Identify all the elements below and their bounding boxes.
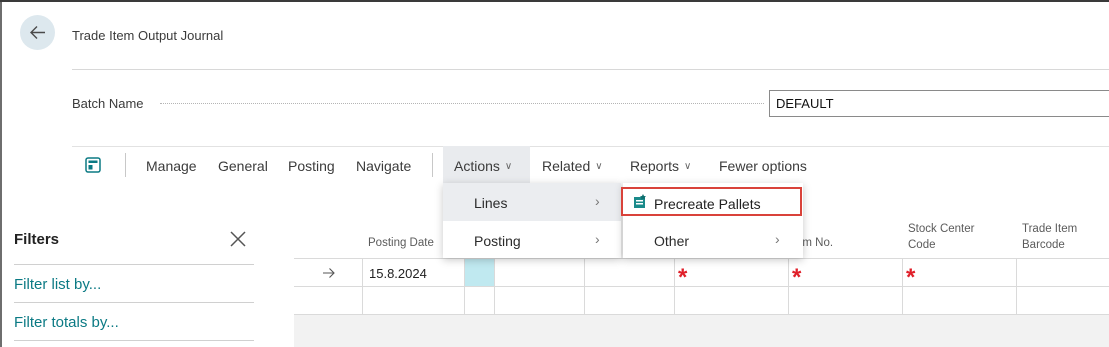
action-bar-divider <box>72 146 1109 147</box>
fewer-options-button[interactable]: Fewer options <box>719 159 807 173</box>
col-header-posting-date[interactable]: Posting Date <box>368 235 434 251</box>
col-header-line: Trade Item <box>1022 223 1078 235</box>
required-indicator: * <box>906 264 916 291</box>
chevron-down-icon: ∨ <box>504 161 513 172</box>
col-header-line: Barcode <box>1022 239 1065 251</box>
grid-row-line <box>294 286 1109 287</box>
field-leader-dots <box>160 103 764 104</box>
filters-divider <box>14 302 254 303</box>
batch-name-label: Batch Name <box>72 96 144 111</box>
reports-menu-button[interactable]: Reports ∨ <box>630 159 691 173</box>
menu-item-label: Posting <box>474 233 521 249</box>
reports-menu-label: Reports <box>630 158 680 174</box>
posting-date-cell[interactable]: 15.8.2024 <box>369 267 427 280</box>
col-header-line: Code <box>908 239 936 251</box>
window-left-border <box>0 2 2 347</box>
menu-item-other[interactable]: Other › <box>623 221 803 258</box>
show-details-icon[interactable] <box>84 156 102 174</box>
chevron-right-icon: › <box>595 231 600 247</box>
required-indicator: * <box>678 264 688 291</box>
menu-item-lines[interactable]: Lines › <box>443 183 621 221</box>
menu-item-label: Precreate Pallets <box>654 196 761 212</box>
menu-item-label: Other <box>654 233 690 249</box>
col-header-stock-center-code[interactable]: Stock Center Code <box>908 221 974 253</box>
posting-menu-button[interactable]: Posting <box>288 159 335 173</box>
grid-row-line <box>294 314 1109 315</box>
related-menu-button[interactable]: Related ∨ <box>542 159 603 173</box>
actions-dropdown: Lines › Posting › <box>443 183 621 258</box>
action-bar-separator <box>432 153 433 177</box>
general-menu-button[interactable]: General <box>218 159 268 173</box>
header-divider <box>72 69 1109 70</box>
chevron-right-icon: › <box>595 193 600 209</box>
menu-item-precreate-pallets[interactable]: Precreate Pallets <box>621 187 802 216</box>
menu-item-posting[interactable]: Posting › <box>443 221 621 258</box>
close-filters-button[interactable] <box>229 230 247 248</box>
chevron-right-icon: › <box>775 231 780 247</box>
grid-col-line <box>1016 259 1017 315</box>
pallet-icon <box>633 194 648 209</box>
grid-col-line <box>674 259 675 315</box>
close-icon <box>230 231 246 247</box>
filters-title: Filters <box>14 231 60 248</box>
window-top-border <box>0 0 1109 2</box>
back-button[interactable] <box>20 15 55 50</box>
col-header-line: Stock Center <box>908 223 975 235</box>
grid-col-line <box>584 259 585 315</box>
grid-col-line <box>902 259 903 315</box>
filters-divider <box>14 340 254 341</box>
row-indicator-arrow-icon <box>322 266 336 284</box>
chevron-down-icon: ∨ <box>684 161 692 172</box>
grid-col-line <box>362 259 363 315</box>
grid-row-line <box>294 258 1109 259</box>
related-menu-label: Related <box>542 158 591 174</box>
selected-cell[interactable] <box>465 259 494 286</box>
grid-col-line <box>494 259 495 315</box>
batch-name-input[interactable] <box>769 90 1109 117</box>
arrow-left-icon <box>30 26 45 39</box>
actions-menu-button[interactable]: Actions ∨ <box>454 159 512 173</box>
required-indicator: * <box>792 264 802 291</box>
grid-empty-area <box>294 315 1109 347</box>
page-title: Trade Item Output Journal <box>72 28 224 43</box>
chevron-down-icon: ∨ <box>595 161 603 172</box>
navigate-menu-button[interactable]: Navigate <box>356 159 411 173</box>
filter-list-link[interactable]: Filter list by... <box>14 277 101 292</box>
filter-totals-link[interactable]: Filter totals by... <box>14 315 119 330</box>
menu-item-label: Lines <box>474 195 508 211</box>
grid-col-line <box>788 259 789 315</box>
actions-menu-label: Actions <box>454 158 500 174</box>
action-bar-separator <box>125 153 126 177</box>
col-header-trade-item-barcode[interactable]: Trade Item Barcode <box>1022 221 1077 253</box>
manage-menu-button[interactable]: Manage <box>146 159 197 173</box>
filters-divider <box>14 264 254 265</box>
